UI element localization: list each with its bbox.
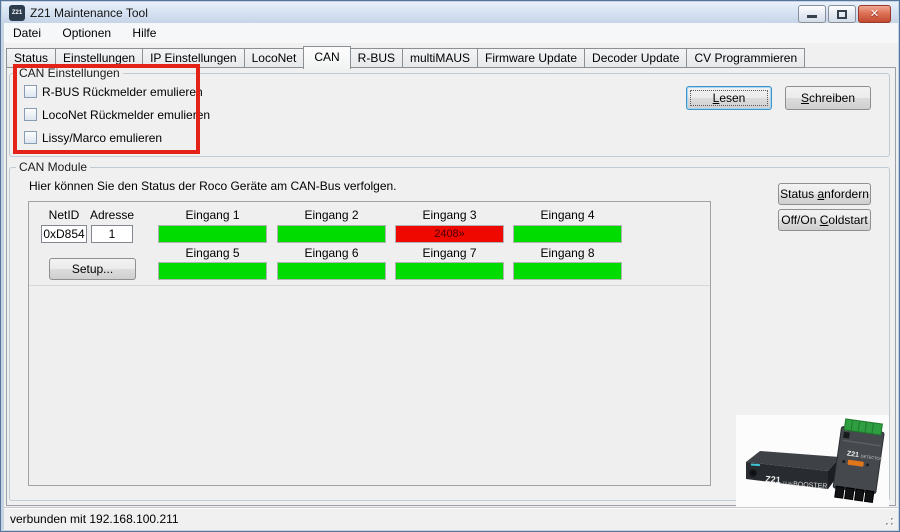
eingang-3-status-bar: 2408» bbox=[395, 225, 504, 243]
app-icon: Z21 bbox=[9, 5, 25, 21]
status-anfordern-button[interactable]: Status anfordern bbox=[778, 183, 871, 205]
checkbox-icon[interactable] bbox=[24, 131, 37, 144]
menu-datei[interactable]: Datei bbox=[4, 23, 50, 43]
checkbox-rbus-rueckmelder[interactable]: R-BUS Rückmelder emulieren bbox=[24, 84, 203, 99]
eingang-6-label: Eingang 6 bbox=[277, 246, 386, 260]
can-module-description: Hier können Sie den Status der Roco Gerä… bbox=[29, 179, 397, 193]
eingang-6-status-bar bbox=[277, 262, 386, 280]
close-button[interactable]: ✕ bbox=[858, 5, 891, 23]
eingang-5-status-bar bbox=[158, 262, 267, 280]
tab-loconet[interactable]: LocoNet bbox=[244, 48, 305, 68]
eingang-3-label: Eingang 3 bbox=[395, 208, 504, 222]
resize-grip[interactable] bbox=[882, 514, 895, 527]
can-module-group-title: CAN Module bbox=[16, 160, 90, 174]
eingang-1-status-bar bbox=[158, 225, 267, 243]
minimize-button[interactable] bbox=[798, 5, 826, 23]
eingang-4-label: Eingang 4 bbox=[513, 208, 622, 222]
can-module-entry: NetID Adresse Setup... Eingang 1 Eingang… bbox=[29, 202, 710, 286]
eingang-4-status-bar bbox=[513, 225, 622, 243]
status-bar: verbunden mit 192.168.100.211 bbox=[4, 507, 898, 530]
maximize-button[interactable] bbox=[828, 5, 856, 23]
checkbox-lissy-marco[interactable]: Lissy/Marco emulieren bbox=[24, 130, 162, 145]
can-einstellungen-group-title: CAN Einstellungen bbox=[16, 66, 123, 80]
menu-bar: Datei Optionen Hilfe bbox=[4, 23, 898, 43]
menu-optionen[interactable]: Optionen bbox=[53, 23, 120, 43]
tab-strip: Status Einstellungen IP Einstellungen Lo… bbox=[6, 45, 804, 68]
caption-buttons: ✕ bbox=[798, 5, 891, 23]
tab-decoder-update[interactable]: Decoder Update bbox=[584, 48, 687, 68]
schreiben-button[interactable]: Schreiben bbox=[785, 86, 871, 110]
tab-page-can: CAN Einstellungen R-BUS Rückmelder emuli… bbox=[6, 67, 896, 506]
window-title: Z21 Maintenance Tool bbox=[30, 6, 148, 20]
eingang-2-label: Eingang 2 bbox=[277, 208, 386, 222]
eingang-7-status-bar bbox=[395, 262, 504, 280]
eingang-1-label: Eingang 1 bbox=[158, 208, 267, 222]
setup-button[interactable]: Setup... bbox=[49, 258, 136, 280]
tab-status[interactable]: Status bbox=[6, 48, 56, 68]
title-bar[interactable]: Z21 Z21 Maintenance Tool ✕ bbox=[2, 2, 898, 23]
checkbox-icon[interactable] bbox=[24, 85, 37, 98]
tab-r-bus[interactable]: R-BUS bbox=[350, 48, 403, 68]
netid-input[interactable] bbox=[41, 225, 87, 243]
checkbox-loconet-rueckmelder[interactable]: LocoNet Rückmelder emulieren bbox=[24, 107, 210, 122]
lesen-button[interactable]: Lesen bbox=[686, 86, 772, 110]
connection-status-text: verbunden mit 192.168.100.211 bbox=[10, 512, 179, 526]
off-on-coldstart-button[interactable]: Off/On Coldstart bbox=[778, 209, 871, 231]
netid-label: NetID bbox=[41, 208, 87, 222]
adresse-input[interactable] bbox=[91, 225, 133, 243]
checkbox-label: LocoNet Rückmelder emulieren bbox=[42, 108, 210, 122]
z21-product-photo: Z21 DUAL BOOSTER Z21 DETECTOR bbox=[736, 415, 889, 507]
checkbox-label: Lissy/Marco emulieren bbox=[42, 131, 162, 145]
checkbox-icon[interactable] bbox=[24, 108, 37, 121]
eingang-5-label: Eingang 5 bbox=[158, 246, 267, 260]
adresse-label: Adresse bbox=[89, 208, 135, 222]
tab-einstellungen[interactable]: Einstellungen bbox=[55, 48, 143, 68]
tab-firmware-update[interactable]: Firmware Update bbox=[477, 48, 585, 68]
tab-multimaus[interactable]: multiMAUS bbox=[402, 48, 478, 68]
tab-ip-einstellungen[interactable]: IP Einstellungen bbox=[142, 48, 245, 68]
eingang-2-status-bar bbox=[277, 225, 386, 243]
can-module-list-panel: NetID Adresse Setup... Eingang 1 Eingang… bbox=[28, 201, 711, 486]
eingang-7-label: Eingang 7 bbox=[395, 246, 504, 260]
checkbox-label: R-BUS Rückmelder emulieren bbox=[42, 85, 203, 99]
menu-hilfe[interactable]: Hilfe bbox=[123, 23, 165, 43]
svg-text:Z21: Z21 bbox=[765, 474, 781, 485]
tab-cv-programmieren[interactable]: CV Programmieren bbox=[686, 48, 805, 68]
minimize-icon bbox=[807, 15, 817, 18]
eingang-8-status-bar bbox=[513, 262, 622, 280]
close-icon: ✕ bbox=[859, 7, 890, 20]
eingang-8-label: Eingang 8 bbox=[513, 246, 622, 260]
app-window: Z21 Z21 Maintenance Tool ✕ Datei Optione… bbox=[0, 0, 900, 532]
maximize-icon bbox=[837, 10, 847, 19]
tab-can[interactable]: CAN bbox=[303, 46, 350, 69]
